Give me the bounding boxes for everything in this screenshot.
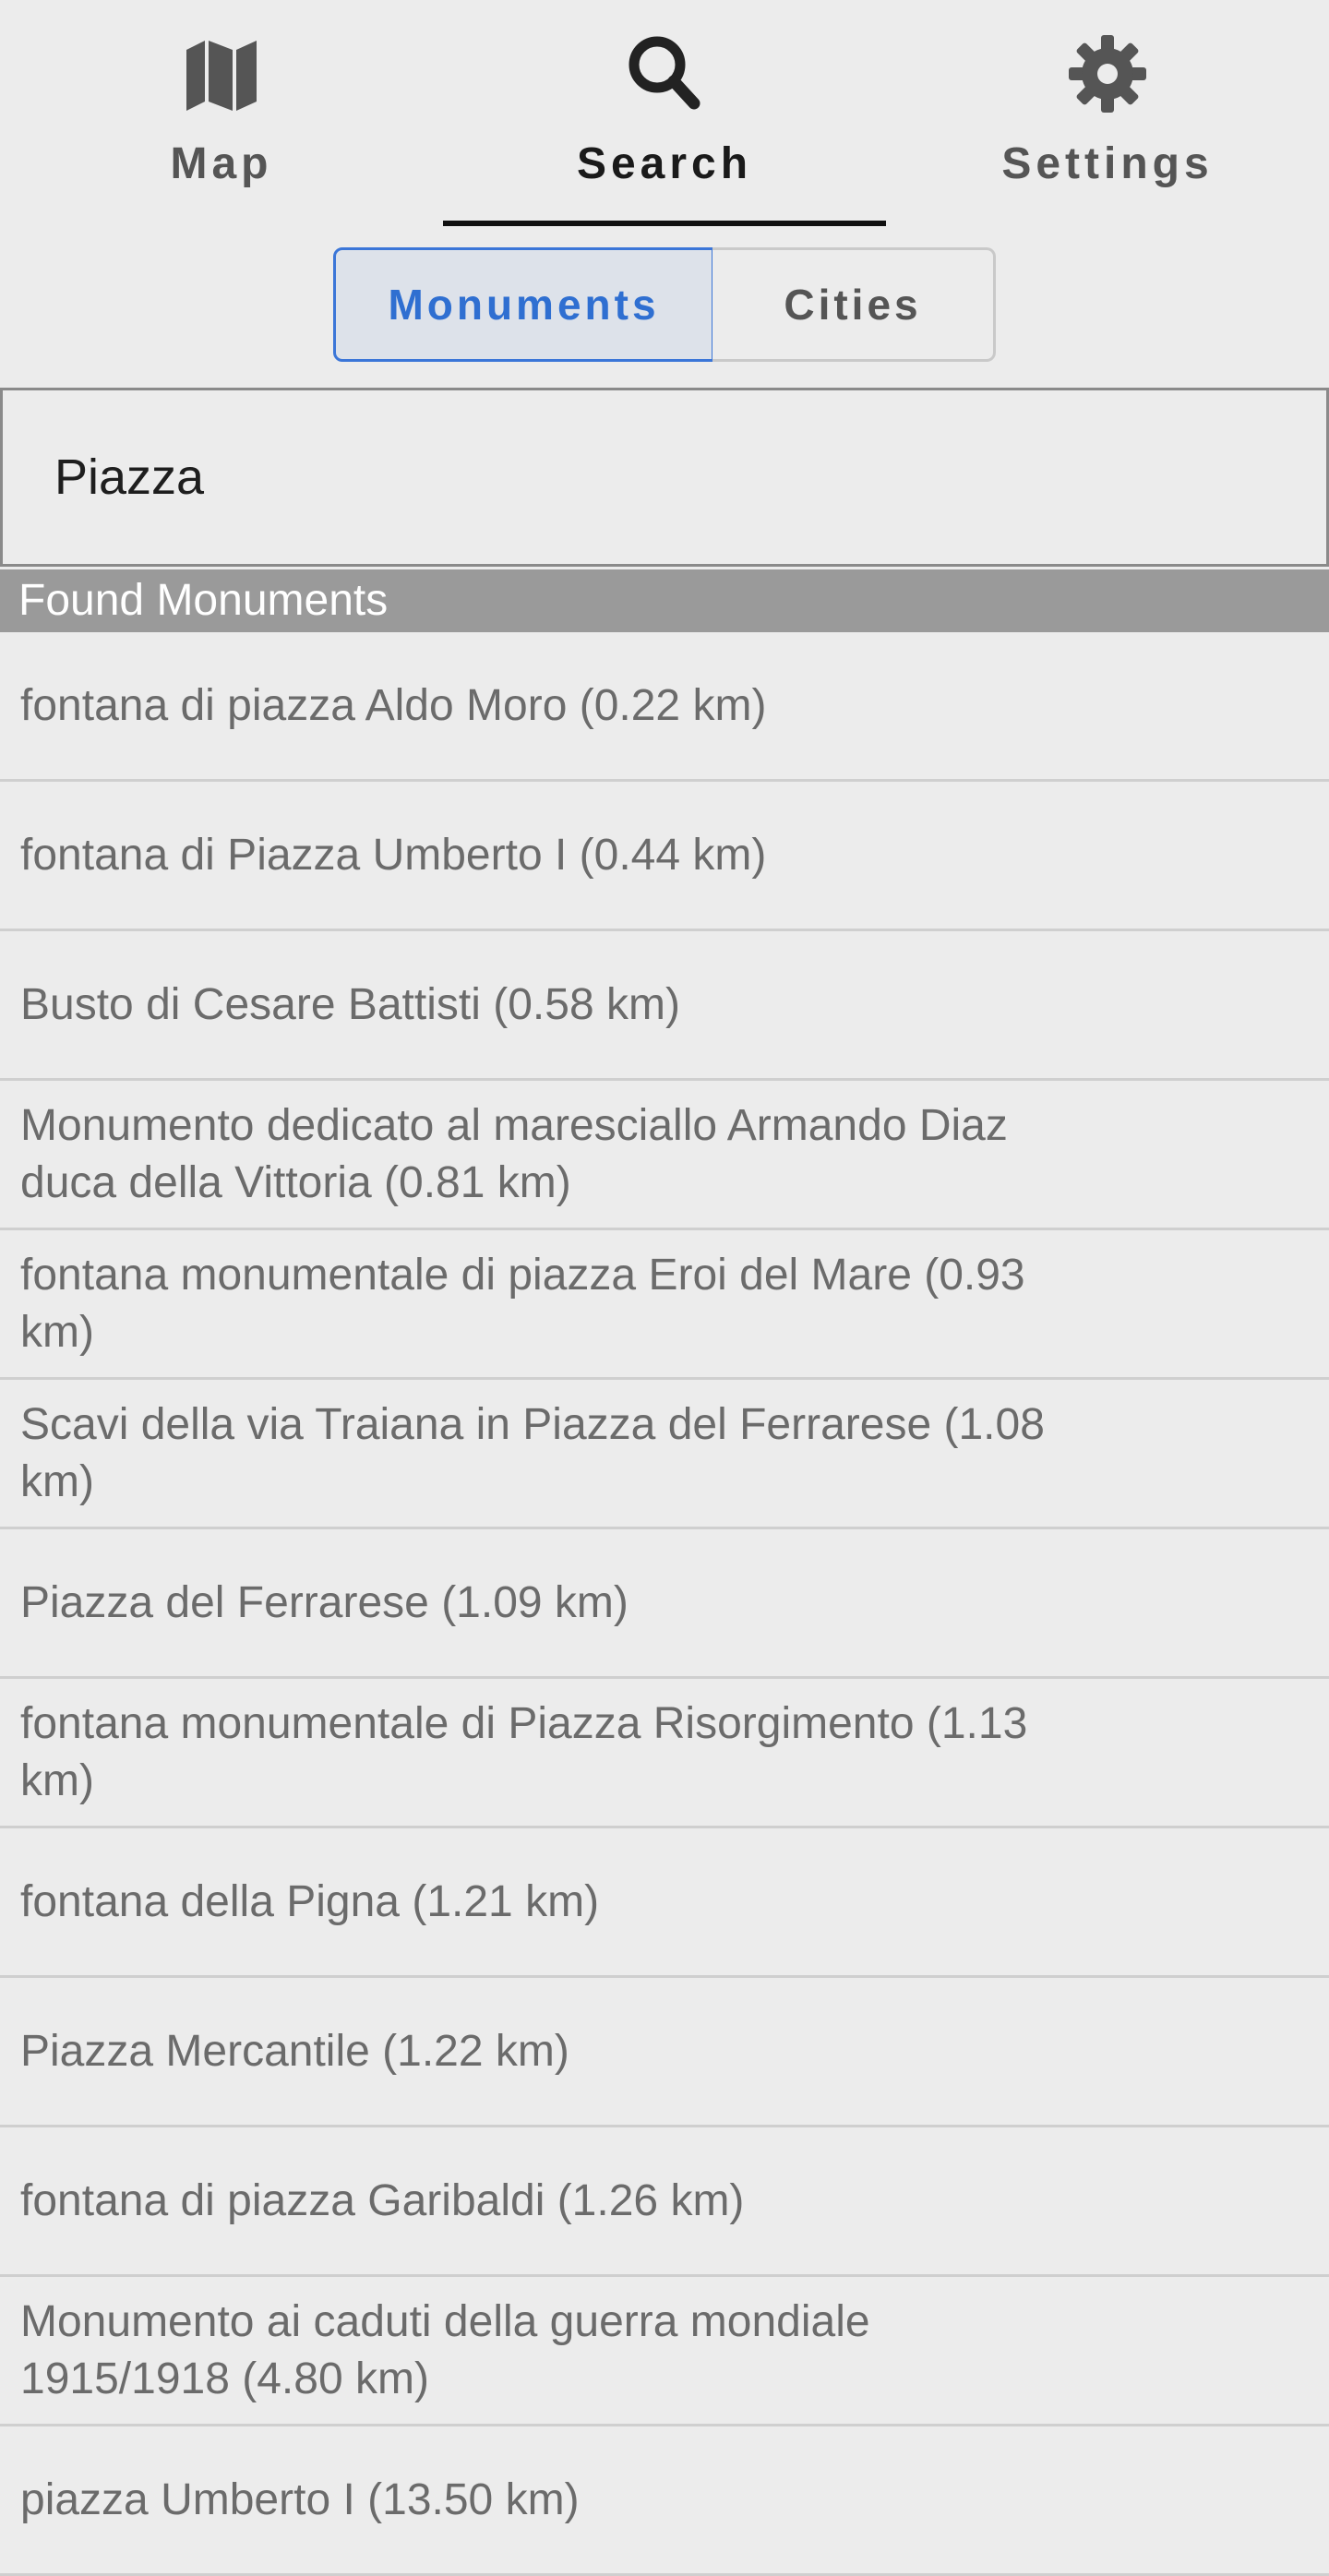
list-item-label: Monumento dedicato al maresciallo Armand… bbox=[20, 1100, 1008, 1207]
list-item-label: fontana monumentale di Piazza Risorgimen… bbox=[20, 1698, 1028, 1805]
tab-map-label: Map bbox=[170, 139, 273, 188]
search-input[interactable] bbox=[0, 388, 1329, 567]
tab-search-label: Search bbox=[576, 139, 753, 188]
list-item-label: fontana di piazza Garibaldi (1.26 km) bbox=[20, 2175, 745, 2225]
list-item-label: piazza Umberto I (13.50 km) bbox=[20, 2474, 580, 2524]
list-item-label: Piazza Mercantile (1.22 km) bbox=[20, 2026, 569, 2076]
search-icon bbox=[629, 36, 700, 110]
active-tab-indicator bbox=[443, 221, 886, 226]
gear-icon bbox=[1069, 35, 1146, 113]
list-item-label: fontana di Piazza Umberto I (0.44 km) bbox=[20, 830, 767, 880]
cities-toggle-button[interactable]: Cities bbox=[712, 247, 996, 362]
list-item[interactable]: Busto di Cesare Battisti (0.58 km) bbox=[0, 931, 1329, 1081]
tab-settings[interactable]: Settings bbox=[886, 0, 1329, 226]
list-item-label: fontana monumentale di piazza Eroi del M… bbox=[20, 1250, 1025, 1357]
top-navigation: Map Search Settings bbox=[0, 0, 1329, 231]
list-item-label: Piazza del Ferrarese (1.09 km) bbox=[20, 1577, 629, 1627]
results-list: fontana di piazza Aldo Moro (0.22 km) fo… bbox=[0, 632, 1329, 2576]
monuments-toggle-button[interactable]: Monuments bbox=[333, 247, 714, 362]
list-item[interactable]: piazza Umberto I (13.50 km) bbox=[0, 2426, 1329, 2576]
list-item-label: fontana di piazza Aldo Moro (0.22 km) bbox=[20, 680, 767, 730]
tab-map[interactable]: Map bbox=[0, 0, 443, 226]
list-item-label: Monumento ai caduti della guerra mondial… bbox=[20, 2296, 870, 2403]
list-item[interactable]: fontana della Pigna (1.21 km) bbox=[0, 1828, 1329, 1978]
list-item[interactable]: Monumento ai caduti della guerra mondial… bbox=[0, 2277, 1329, 2426]
section-header-found-monuments: Found Monuments bbox=[0, 569, 1329, 632]
list-item-label: fontana della Pigna (1.21 km) bbox=[20, 1876, 600, 1926]
tab-search[interactable]: Search bbox=[443, 0, 886, 226]
map-icon bbox=[186, 41, 257, 111]
list-item[interactable]: Piazza del Ferrarese (1.09 km) bbox=[0, 1529, 1329, 1679]
list-item[interactable]: fontana di piazza Garibaldi (1.26 km) bbox=[0, 2127, 1329, 2277]
list-item[interactable]: fontana di piazza Aldo Moro (0.22 km) bbox=[0, 632, 1329, 782]
list-item-label: Busto di Cesare Battisti (0.58 km) bbox=[20, 979, 680, 1029]
list-item[interactable]: fontana di Piazza Umberto I (0.44 km) bbox=[0, 782, 1329, 931]
list-item-label: Scavi della via Traiana in Piazza del Fe… bbox=[20, 1399, 1045, 1506]
list-item[interactable]: Piazza Mercantile (1.22 km) bbox=[0, 1978, 1329, 2127]
list-item[interactable]: Scavi della via Traiana in Piazza del Fe… bbox=[0, 1380, 1329, 1529]
tab-settings-label: Settings bbox=[1001, 139, 1214, 188]
list-item[interactable]: Monumento dedicato al maresciallo Armand… bbox=[0, 1081, 1329, 1230]
list-item[interactable]: fontana monumentale di piazza Eroi del M… bbox=[0, 1230, 1329, 1380]
list-item[interactable]: fontana monumentale di Piazza Risorgimen… bbox=[0, 1679, 1329, 1828]
